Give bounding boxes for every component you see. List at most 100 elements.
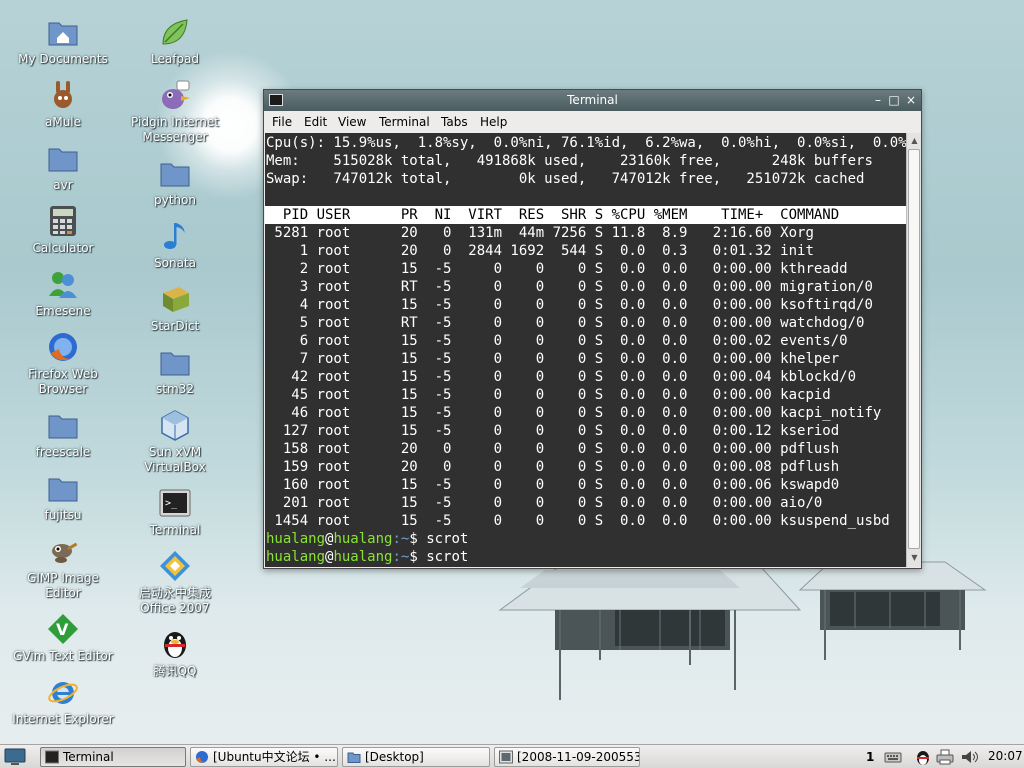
office-icon [157, 548, 193, 584]
desktop-icon-freescale[interactable]: freescale [8, 407, 118, 460]
desktop-icon-label: fujitsu [44, 508, 82, 522]
desktop-icon-terminal[interactable]: >_ Terminal [120, 485, 230, 538]
desktop-icon-fujitsu[interactable]: fujitsu [8, 470, 118, 523]
prompt-symbol: $ [409, 549, 427, 565]
scroll-thumb[interactable] [908, 149, 920, 549]
menu-terminal[interactable]: Terminal [379, 115, 430, 129]
maximize-button[interactable]: □ [886, 92, 902, 108]
desktop-icon-label: Firefox Web Browser [28, 367, 98, 396]
menu-tabs[interactable]: Tabs [441, 115, 468, 129]
gimp-icon [45, 533, 81, 569]
desktop-icon-stm32[interactable]: stm32 [120, 344, 230, 397]
close-button[interactable]: × [903, 92, 919, 108]
scroll-up-arrow-icon[interactable]: ▲ [907, 134, 922, 148]
desktop-icon-label: 腾讯QQ [153, 664, 197, 678]
process-row: 159 root 20 0 0 0 0 S 0.0 0.0 0:00.08 pd… [266, 459, 840, 475]
amule-icon [45, 77, 81, 113]
menu-file[interactable]: File [272, 115, 292, 129]
clock[interactable]: 20:07 [988, 749, 1023, 763]
process-row: 1454 root 15 -5 0 0 0 S 0.0 0.0 0:00.00 … [266, 513, 890, 529]
folder-icon [45, 470, 81, 506]
process-row: 7 root 15 -5 0 0 0 S 0.0 0.0 0:00.00 khe… [266, 351, 840, 367]
desktop-icon-sonata[interactable]: Sonata [120, 218, 230, 271]
desktop-icon-avr[interactable]: avr [8, 140, 118, 193]
process-row: 127 root 15 -5 0 0 0 S 0.0 0.0 0:00.12 k… [266, 423, 840, 439]
desktop-icon-label: Terminal [149, 523, 201, 537]
desktop-icon-internet-explorer[interactable]: Internet Explorer [8, 674, 118, 727]
menu-help[interactable]: Help [480, 115, 507, 129]
qq-penguin-icon [157, 626, 193, 662]
shell-prompt-line: hualang@hualang:~$ scrot [266, 548, 468, 566]
gvim-icon: V [45, 611, 81, 647]
image-icon [499, 750, 513, 764]
home-folder-icon [45, 14, 81, 50]
terminal-scrollbar[interactable]: ▲ ▼ [906, 133, 921, 567]
desktop-icon-label: freescale [35, 445, 91, 459]
desktop-icon-label: python [154, 193, 196, 207]
pidgin-icon [157, 77, 193, 113]
folder-icon [45, 407, 81, 443]
process-row: 42 root 15 -5 0 0 0 S 0.0 0.0 0:00.04 kb… [266, 369, 857, 385]
task-label: [Desktop] [365, 750, 424, 764]
process-row: 45 root 15 -5 0 0 0 S 0.0 0.0 0:00.00 ka… [266, 387, 831, 403]
process-row: 2 root 15 -5 0 0 0 S 0.0 0.0 0:00.00 kth… [266, 261, 848, 277]
leafpad-icon [157, 14, 193, 50]
desktop-icon-gvim[interactable]: V GVim Text Editor [8, 611, 118, 664]
keyboard-icon[interactable] [884, 748, 902, 766]
prompt-path: :~ [392, 531, 410, 547]
desktop-icon-my-documents[interactable]: My Documents [8, 14, 118, 67]
task-label: [2008-11-09-200553... [517, 750, 640, 764]
desktop-icon-firefox[interactable]: Firefox Web Browser [8, 329, 118, 397]
workspace-indicator[interactable]: 1 [866, 750, 874, 764]
desktop-icon-qq[interactable]: 腾讯QQ [120, 626, 230, 679]
desktop-icon-virtualbox[interactable]: Sun xVM VirtualBox [120, 407, 230, 475]
desktop-icon-label: Sonata [154, 256, 196, 270]
desktop-icon-label: stm32 [156, 382, 194, 396]
desktop-icon-gimp[interactable]: GIMP Image Editor [8, 533, 118, 601]
desktop-icon-leafpad[interactable]: Leafpad [120, 14, 230, 67]
desktop-icon-label: Leafpad [150, 52, 200, 66]
folder-icon [45, 140, 81, 176]
taskbar: Terminal [Ubuntu中文论坛 • ... [Desktop] [20… [0, 744, 1024, 768]
desktop-icon-pidgin[interactable]: Pidgin Internet Messenger [120, 77, 230, 145]
printer-icon[interactable] [936, 748, 954, 766]
desktop-icon-emesene[interactable]: Emesene [8, 266, 118, 319]
desktop-icon-python[interactable]: python [120, 155, 230, 208]
desktop-icon-stardict[interactable]: StarDict [120, 281, 230, 334]
virtualbox-icon [157, 407, 193, 443]
desktop-icon-label: GIMP Image Editor [27, 571, 99, 600]
mem-summary-line: Mem: 515028k total, 491868k used, 23160k… [266, 153, 873, 169]
terminal-output[interactable]: Cpu(s): 15.9%us, 1.8%sy, 0.0%ni, 76.1%id… [265, 133, 906, 567]
terminal-titlebar[interactable]: Terminal – □ × [264, 90, 921, 111]
qq-penguin-icon[interactable] [914, 748, 932, 766]
desktop-icon-amule[interactable]: aMule [8, 77, 118, 130]
menubar: File Edit View Terminal Tabs Help [264, 111, 921, 133]
volume-icon[interactable] [960, 748, 978, 766]
desktop-icon-calculator[interactable]: Calculator [8, 203, 118, 256]
prompt-symbol: $ [409, 531, 427, 547]
scroll-down-arrow-icon[interactable]: ▼ [907, 551, 922, 565]
desktop-icon-label: Calculator [32, 241, 94, 255]
desktop-icon-office[interactable]: 启动永中集成 Office 2007 [120, 548, 230, 616]
cpu-summary-line: Cpu(s): 15.9%us, 1.8%sy, 0.0%ni, 76.1%id… [266, 135, 906, 151]
task-button-terminal[interactable]: Terminal [40, 747, 186, 767]
task-button-desktop[interactable]: [Desktop] [342, 747, 490, 767]
desktop-icon-label: Pidgin Internet Messenger [131, 115, 219, 144]
desktop-icon-label: Internet Explorer [12, 712, 114, 726]
process-row: 201 root 15 -5 0 0 0 S 0.0 0.0 0:00.00 a… [266, 495, 823, 511]
desktop-icon-label: aMule [44, 115, 82, 129]
task-button-browser[interactable]: [Ubuntu中文论坛 • ... [190, 747, 338, 767]
terminal-window[interactable]: Terminal – □ × File Edit View Terminal T… [263, 89, 922, 569]
emesene-icon [45, 266, 81, 302]
desktop-icon-label: 启动永中集成 Office 2007 [138, 586, 211, 615]
menu-edit[interactable]: Edit [304, 115, 327, 129]
process-row: 46 root 15 -5 0 0 0 S 0.0 0.0 0:00.00 ka… [266, 405, 882, 421]
calculator-icon [45, 203, 81, 239]
task-button-image[interactable]: [2008-11-09-200553... [494, 747, 640, 767]
svg-text:V: V [56, 620, 69, 639]
process-table-header: PID USER PR NI VIRT RES SHR S %CPU %MEM … [265, 206, 906, 224]
minimize-button[interactable]: – [870, 92, 886, 108]
start-menu-button[interactable] [3, 747, 27, 767]
monitor-icon [4, 748, 26, 765]
menu-view[interactable]: View [338, 115, 366, 129]
